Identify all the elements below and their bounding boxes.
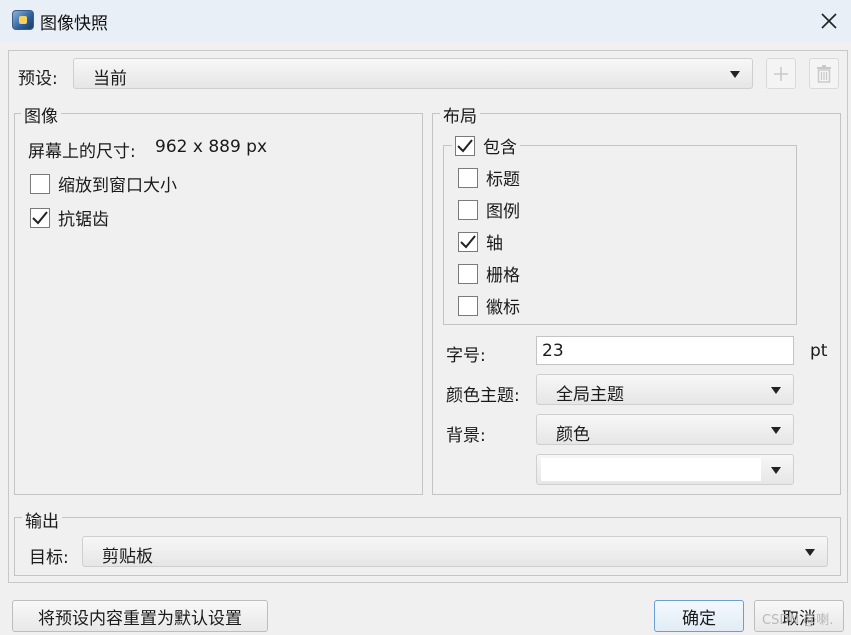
target-value: 剪贴板 [102,547,153,567]
image-group-title: 图像 [21,102,61,127]
check-icon [457,138,473,152]
color-theme-label: 颜色主题: [446,386,520,406]
legend-label: 图例 [486,202,520,222]
color-theme-select[interactable]: 全局主题 [536,374,794,405]
chevron-down-icon [730,71,740,78]
include-checkbox[interactable]: 包含 [452,133,520,158]
preset-select-value: 当前 [93,69,127,89]
screen-size-value: 962 x 889 px [155,137,268,157]
axes-checkbox[interactable]: 轴 [458,229,503,254]
font-size-unit: pt [810,341,828,361]
chevron-down-icon [771,427,781,434]
background-select[interactable]: 颜色 [536,414,794,445]
antialias-checkbox[interactable]: 抗锯齿 [30,205,109,230]
title-label: 标题 [486,170,520,190]
cancel-button[interactable]: 取消 [754,600,844,632]
checkbox-box [458,231,478,252]
axes-label: 轴 [486,234,503,254]
target-label: 目标: [29,548,69,568]
plus-icon [774,66,788,81]
layout-group-title: 布局 [440,102,480,127]
preset-select[interactable]: 当前 [73,58,753,89]
check-icon [32,210,48,224]
color-swatch [541,458,761,481]
legend-checkbox[interactable]: 图例 [458,197,520,222]
logo-label: 徽标 [486,298,520,318]
checkbox-box [458,295,478,316]
background-value: 颜色 [556,425,590,445]
checkbox-box [30,173,50,194]
grid-checkbox[interactable]: 栅格 [458,261,520,286]
checkbox-box [30,207,50,228]
color-theme-value: 全局主题 [556,385,624,405]
output-group-title: 输出 [22,507,62,532]
add-preset-button[interactable] [766,58,796,89]
app-icon [12,10,34,30]
grid-label: 栅格 [486,266,520,286]
title-bar: 图像快照 [0,0,851,42]
background-color-picker[interactable] [536,454,794,485]
ok-button[interactable]: 确定 [654,600,744,632]
reset-preset-button[interactable]: 将预设内容重置为默认设置 [12,600,268,632]
logo-checkbox[interactable]: 徽标 [458,293,520,318]
window-title: 图像快照 [40,14,108,34]
scale-to-window-label: 缩放到窗口大小 [58,176,177,196]
background-label: 背景: [446,426,486,446]
antialias-label: 抗锯齿 [58,210,109,230]
scale-to-window-checkbox[interactable]: 缩放到窗口大小 [30,171,177,196]
target-select[interactable]: 剪贴板 [82,536,828,567]
screen-size-label: 屏幕上的尺寸: [28,142,136,162]
checkbox-box [458,199,478,220]
delete-preset-button[interactable] [809,58,839,89]
chevron-down-icon [771,467,781,474]
font-size-input[interactable] [536,336,794,365]
chevron-down-icon [805,549,815,556]
checkbox-box [458,167,478,188]
font-size-label: 字号: [446,346,486,366]
close-button[interactable] [812,6,846,36]
include-label: 包含 [483,138,517,158]
close-icon [821,13,837,29]
preset-label: 预设: [18,69,58,89]
checkbox-box [458,263,478,284]
check-icon [460,234,476,248]
chevron-down-icon [771,387,781,394]
trash-icon [817,64,831,83]
title-checkbox[interactable]: 标题 [458,165,520,190]
checkbox-box [455,135,475,156]
